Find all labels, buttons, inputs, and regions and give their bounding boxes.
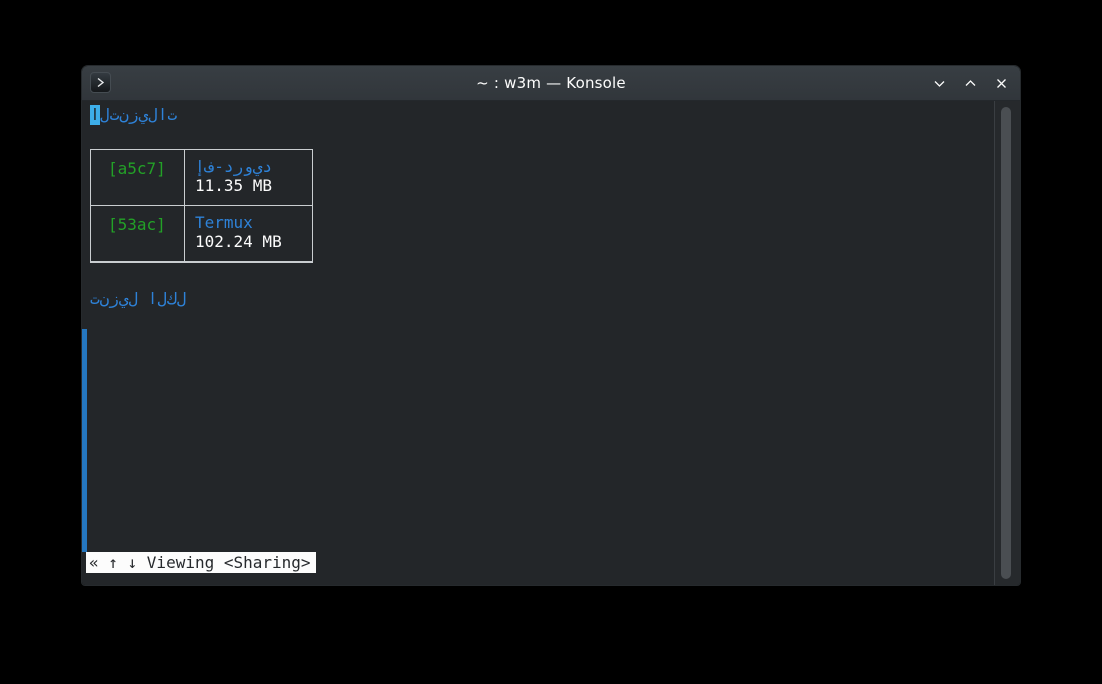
download-id: [53ac] <box>108 215 166 234</box>
page-heading-text: ل‌ت‌ن‌ز‌ي‌ل‌ا‌ت <box>100 105 177 124</box>
download-size: 102.24 MB <box>195 232 312 251</box>
download-info-cell: Termux 102.24 MB <box>185 206 312 262</box>
chevron-down-icon <box>932 76 947 91</box>
konsole-window: ~ : w3m — Konsole ال‌ت‌ن‌ز‌ي‌ل‌ا‌ت <box>82 66 1020 585</box>
left-edge-highlight-bar <box>82 329 87 552</box>
download-info-cell: إ‌ف‌-‌د‌ر‌و‌ي‌د 11.35 MB <box>185 150 312 206</box>
konsole-window-icon[interactable] <box>90 72 111 93</box>
download-all-link[interactable]: ت‌ن‌ز‌ي‌ل‌ ‌ا‌ل‌ك‌ل <box>90 289 186 309</box>
scrollbar-track[interactable] <box>995 101 1020 585</box>
window-title: ~ : w3m — Konsole <box>82 74 1020 92</box>
page-heading-downloads[interactable]: ال‌ت‌ن‌ز‌ي‌ل‌ا‌ت <box>90 105 177 125</box>
scrollbar-thumb[interactable] <box>1001 107 1011 579</box>
downloads-table: [a5c7] إ‌ف‌-‌د‌ر‌و‌ي‌د 11.35 MB [53ac] T… <box>90 149 313 263</box>
download-size: 11.35 MB <box>195 176 312 195</box>
text-cursor: ا <box>90 105 100 125</box>
chevron-up-icon <box>963 76 978 91</box>
window-controls <box>930 66 1010 100</box>
close-x-icon <box>994 76 1009 91</box>
download-link-fdroid[interactable]: إ‌ف‌-‌د‌ر‌و‌ي‌د <box>195 157 312 176</box>
close-button[interactable] <box>992 74 1010 92</box>
terminal-screen[interactable]: ال‌ت‌ن‌ز‌ي‌ل‌ا‌ت [a5c7] إ‌ف‌-‌د‌ر‌و‌ي‌د … <box>82 101 1020 585</box>
download-id-cell: [53ac] <box>91 206 185 262</box>
titlebar[interactable]: ~ : w3m — Konsole <box>82 66 1020 101</box>
prompt-chevron-icon <box>95 77 106 88</box>
download-id-cell: [a5c7] <box>91 150 185 206</box>
download-link-termux[interactable]: Termux <box>195 213 312 232</box>
download-id: [a5c7] <box>108 159 166 178</box>
minimize-button[interactable] <box>930 74 948 92</box>
maximize-button[interactable] <box>961 74 979 92</box>
w3m-status-bar: « ↑ ↓ Viewing <Sharing> <box>86 552 316 573</box>
